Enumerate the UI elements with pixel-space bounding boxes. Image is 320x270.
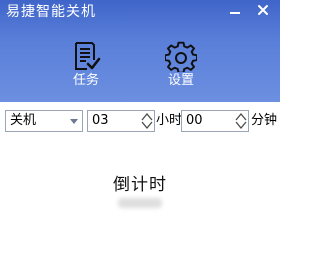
title-header: 易捷智能关机 任务 设置 xyxy=(0,0,280,102)
task-list-icon xyxy=(75,42,101,70)
minimize-icon xyxy=(230,12,240,14)
action-select-value: 关机 xyxy=(10,113,37,128)
minutes-spin-arrows xyxy=(235,112,247,130)
app-window: 易捷智能关机 任务 设置 关机 03 小时 00 分钟 倒计时 xyxy=(0,0,280,270)
hours-spin-arrows xyxy=(141,112,153,130)
minutes-input[interactable] xyxy=(182,111,232,131)
close-button[interactable] xyxy=(250,0,276,20)
timer-controls: 关机 小时 xyxy=(0,108,280,134)
close-icon xyxy=(258,5,268,15)
minutes-stepper[interactable] xyxy=(181,110,249,132)
window-title: 易捷智能关机 xyxy=(6,4,96,20)
minutes-unit-label: 分钟 xyxy=(251,113,278,128)
spin-up-icon[interactable] xyxy=(235,112,247,121)
gear-icon xyxy=(165,41,197,72)
countdown-title: 倒计时 xyxy=(113,175,167,195)
minimize-button[interactable] xyxy=(222,0,248,20)
chevron-down-icon xyxy=(70,119,78,124)
action-select[interactable]: 关机 xyxy=(5,110,83,132)
spin-up-icon[interactable] xyxy=(141,112,153,121)
hours-input[interactable] xyxy=(88,111,138,131)
settings-label: 设置 xyxy=(167,73,194,88)
hours-stepper[interactable] xyxy=(87,110,155,132)
hours-unit-label: 小时 xyxy=(156,113,183,128)
spin-down-icon[interactable] xyxy=(235,121,247,130)
countdown-value-blurred xyxy=(118,198,162,208)
settings-button[interactable]: 设置 xyxy=(157,40,205,92)
task-button[interactable]: 任务 xyxy=(62,40,110,92)
spin-down-icon[interactable] xyxy=(141,121,153,130)
task-label: 任务 xyxy=(72,73,99,88)
